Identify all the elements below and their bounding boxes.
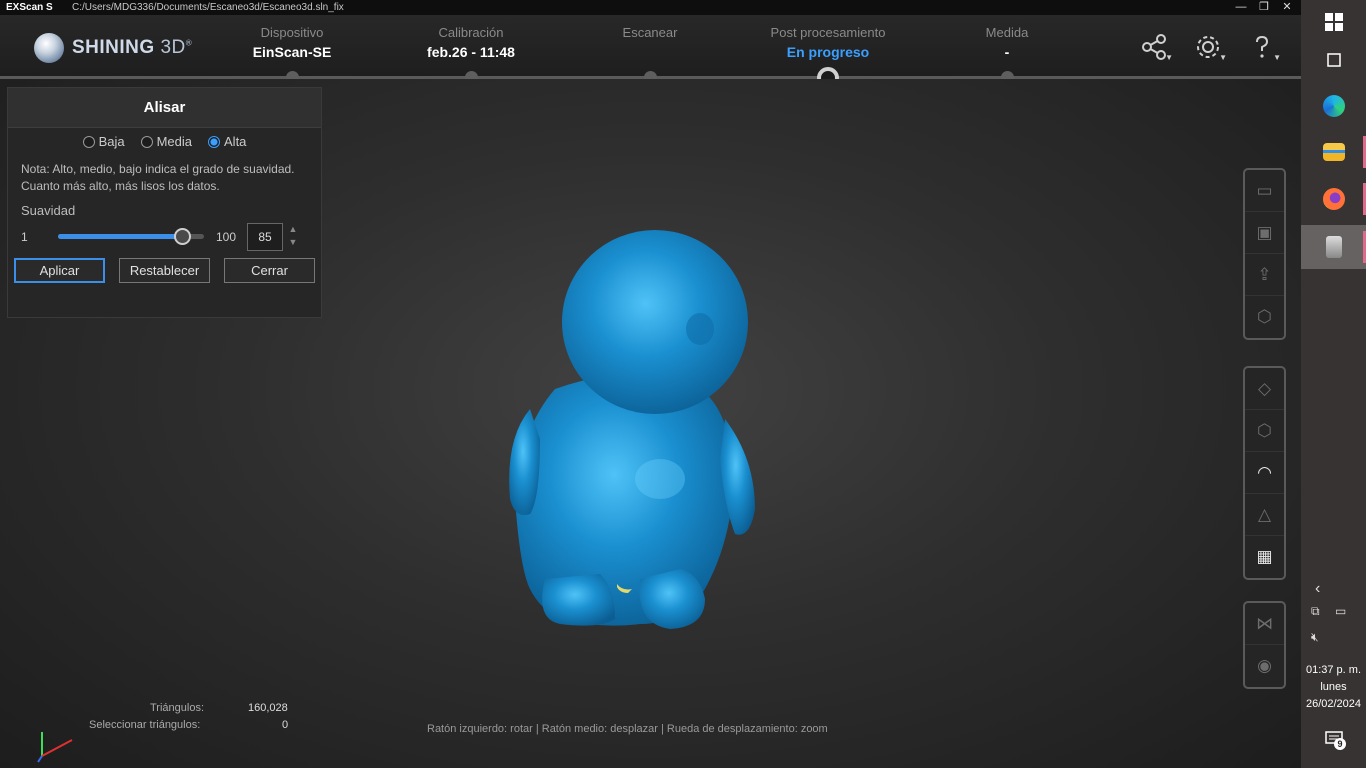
task-view-icon[interactable] xyxy=(1301,38,1366,82)
visibility-eye-icon[interactable]: ◉ xyxy=(1245,645,1284,687)
smoothness-input[interactable]: 85 xyxy=(247,223,283,251)
wireframe-box-icon[interactable]: ▦ xyxy=(1245,536,1284,578)
triangles-value: 160,028 xyxy=(248,702,288,714)
smooth-note: Nota: Alto, medio, bajo indica el grado … xyxy=(21,162,295,193)
view-top-icon[interactable]: ◇ xyxy=(1245,368,1284,410)
smooth-panel: Alisar Baja Media Alta Nota: Alto, medio… xyxy=(7,87,322,318)
minimize-button[interactable]: — xyxy=(1230,0,1252,15)
smoothness-slider[interactable] xyxy=(58,228,204,245)
edge-browser-icon[interactable] xyxy=(1301,84,1366,128)
app-name: EXScan S xyxy=(6,2,53,13)
clock-date: 26/02/2024 xyxy=(1305,698,1362,710)
notification-count: 9 xyxy=(1334,738,1346,750)
firefox-icon[interactable] xyxy=(1301,177,1366,221)
app-header: SHINING 3D® Dispositivo EinScan-SE Calib… xyxy=(0,15,1301,77)
settings-icon[interactable]: ▼ xyxy=(1195,34,1227,62)
radio-circle-icon[interactable] xyxy=(82,135,95,148)
share-icon[interactable]: ▼ xyxy=(1141,34,1173,62)
step-scan[interactable]: Escanear xyxy=(560,25,740,61)
reset-button[interactable]: Restablecer xyxy=(119,258,210,283)
close-button[interactable]: ✕ xyxy=(1276,0,1298,15)
globe-logo-icon xyxy=(34,33,64,63)
spinner-arrows-icon[interactable]: ▲ ▼ xyxy=(286,223,300,251)
selected-triangles-label: Seleccionar triángulos: xyxy=(89,719,201,731)
radio-circle-icon[interactable] xyxy=(140,135,153,148)
model-cube-icon[interactable]: ⬡ xyxy=(1245,296,1284,338)
maximize-button[interactable]: ❐ xyxy=(1253,0,1275,15)
mirror-icon[interactable]: ⋈ xyxy=(1245,603,1284,645)
open-folder-icon[interactable]: ▭ xyxy=(1245,170,1284,212)
step-calibration[interactable]: Calibración feb.26 - 11:48 xyxy=(381,25,561,61)
file-path: C:/Users/MDG336/Documents/Escaneo3d/Esca… xyxy=(72,2,344,13)
edit-toolbar: ◇ ⬡ ◠ △ ▦ xyxy=(1243,366,1286,580)
axis-gizmo-icon xyxy=(37,732,73,763)
radio-medium[interactable]: Media xyxy=(140,134,192,149)
exscan-app-icon[interactable] xyxy=(1301,225,1366,269)
triangles-label: Triángulos: xyxy=(150,702,205,714)
step-device[interactable]: Dispositivo EinScan-SE xyxy=(202,25,382,61)
view-toolbar: ⋈ ◉ xyxy=(1243,601,1286,689)
radio-high[interactable]: Alta xyxy=(208,134,246,149)
radio-low[interactable]: Baja xyxy=(82,134,125,149)
smooth-surface-icon[interactable]: ◠ xyxy=(1245,452,1284,494)
export-icon[interactable]: ⇪ xyxy=(1245,254,1284,296)
chevron-left-icon[interactable]: ‹ xyxy=(1315,580,1320,598)
step-measure[interactable]: Medida - xyxy=(917,25,1097,61)
file-toolbar: ▭ ▣ ⇪ ⬡ xyxy=(1243,168,1286,340)
clock-day: lunes xyxy=(1320,681,1347,693)
view-iso-icon[interactable]: ⬡ xyxy=(1245,410,1284,452)
window-titlebar: EXScan S C:/Users/MDG336/Documents/Escan… xyxy=(0,0,1301,15)
close-panel-button[interactable]: Cerrar xyxy=(224,258,315,283)
file-explorer-icon[interactable] xyxy=(1301,130,1366,174)
apply-button[interactable]: Aplicar xyxy=(14,258,105,283)
meet-now-icon[interactable]: ⧉ xyxy=(1311,604,1320,619)
slider-min: 1 xyxy=(21,230,28,244)
notification-center-icon[interactable]: 9 xyxy=(1325,731,1346,750)
clock-time: 01:37 p. m. xyxy=(1305,664,1362,676)
battery-icon[interactable]: ▭ xyxy=(1335,604,1346,618)
panel-title: Alisar xyxy=(8,88,321,128)
slider-max: 100 xyxy=(216,230,237,244)
triangle-mesh-icon[interactable]: △ xyxy=(1245,494,1284,536)
slider-handle[interactable] xyxy=(174,228,192,245)
step-post-processing[interactable]: Post procesamiento En progreso xyxy=(738,25,918,61)
shining3d-logo: SHINING 3D® xyxy=(34,33,192,63)
selected-triangles-value: 0 xyxy=(282,719,289,731)
slider-fill xyxy=(58,234,183,239)
smoothness-label: Suavidad xyxy=(21,203,76,218)
windows-taskbar: ‹ ⧉ ▭ 🔇︎ xyxy=(1301,0,1366,768)
radio-selected-icon[interactable] xyxy=(208,135,221,148)
volume-muted-icon[interactable]: 🔇︎ xyxy=(1311,630,1319,645)
save-icon[interactable]: ▣ xyxy=(1245,212,1284,254)
help-icon[interactable]: ▼ xyxy=(1249,34,1281,62)
taskbar-clock[interactable]: 01:37 p. m. lunes 26/02/2024 xyxy=(1301,662,1366,713)
mouse-hint: Ratón izquierdo: rotar | Ratón medio: de… xyxy=(427,723,828,735)
